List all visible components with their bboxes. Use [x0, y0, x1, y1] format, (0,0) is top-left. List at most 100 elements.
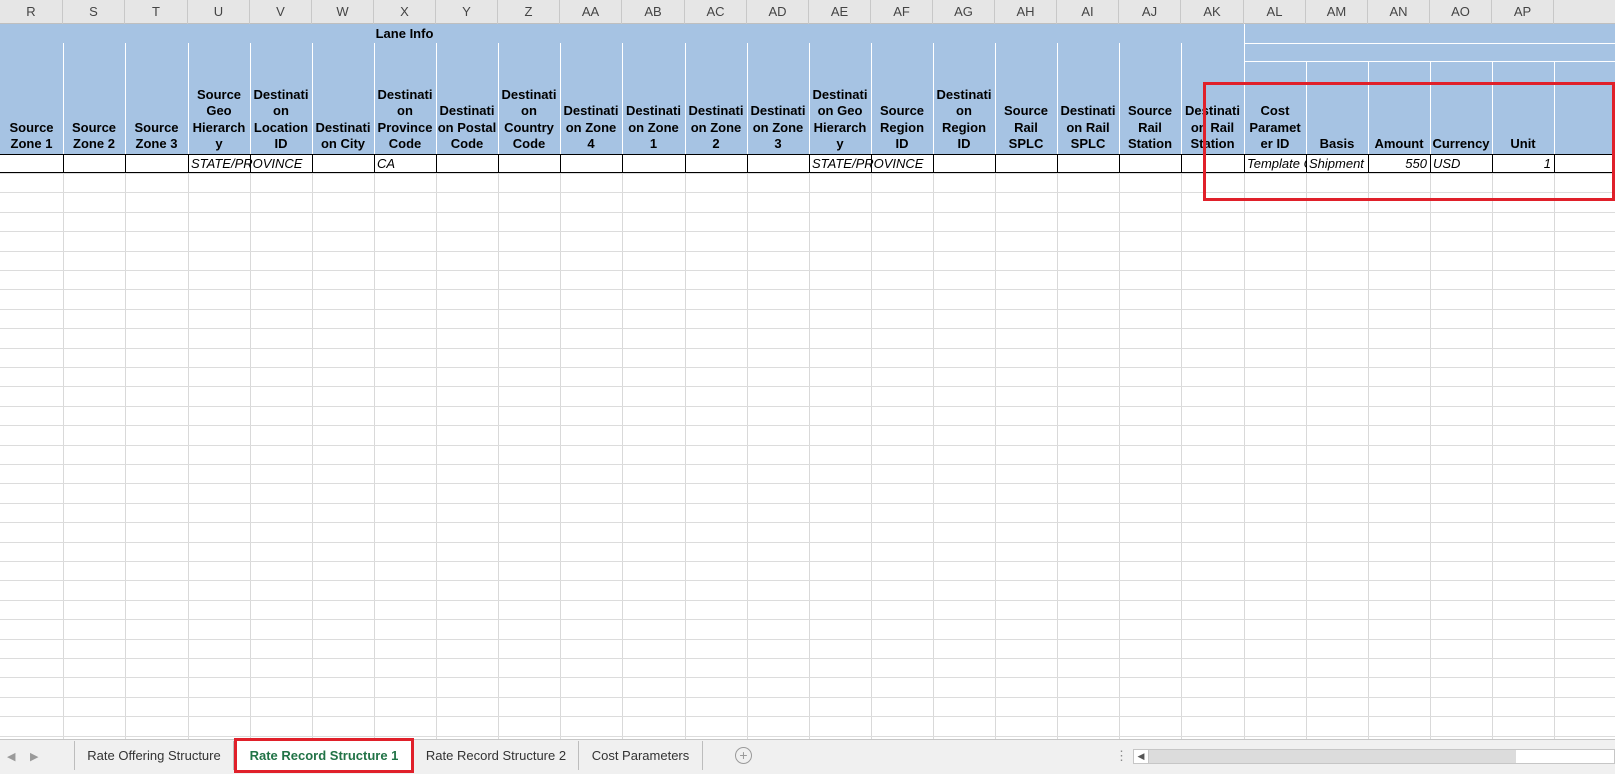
sheet-tab-bar: ◀ ▶ Rate Offering Structure Rate Record … [0, 738, 1615, 774]
cell-source-geo-hierarchy[interactable]: STATE/PROVINCE [188, 155, 312, 172]
column-header-ad[interactable]: AD [747, 0, 809, 24]
gridline [0, 600, 1615, 601]
cell-divider [1119, 155, 1120, 172]
worksheet-grid[interactable]: Lane Info Source Zone 1 Source Zone 2 Sour… [0, 24, 1615, 739]
gridline [0, 425, 1615, 426]
column-header-ao[interactable]: AO [1430, 0, 1492, 24]
column-header-y[interactable]: Y [436, 0, 498, 24]
column-header-ag[interactable]: AG [933, 0, 995, 24]
column-header-ab[interactable]: AB [622, 0, 685, 24]
column-header-ak[interactable]: AK [1181, 0, 1244, 24]
cell-divider [498, 155, 499, 172]
tab-rate-record-structure-2[interactable]: Rate Record Structure 2 [414, 741, 579, 770]
header-destination-zone-4[interactable]: Destinati on Zone 4 [560, 43, 622, 154]
column-header-v[interactable]: V [250, 0, 312, 24]
gridline [0, 619, 1615, 620]
column-header-u[interactable]: U [188, 0, 250, 24]
gridline [0, 328, 1615, 329]
cell-divider [312, 155, 313, 172]
gridline [0, 367, 1615, 368]
gridline [0, 464, 1615, 465]
scrollbar-thumb[interactable] [1149, 750, 1516, 763]
header-destination-rail-splc[interactable]: Destinati on Rail SPLC [1057, 43, 1119, 154]
header-destination-region-id[interactable]: Destinati on Region ID [933, 43, 995, 154]
header-source-rail-splc[interactable]: Source Rail SPLC [995, 43, 1057, 154]
header-destination-country-code[interactable]: Destinati on Country Code [498, 43, 560, 154]
tab-cost-parameters[interactable]: Cost Parameters [579, 741, 703, 770]
header-destination-zone-2[interactable]: Destinati on Zone 2 [685, 43, 747, 154]
column-header-aa[interactable]: AA [560, 0, 622, 24]
cell-divider [1181, 155, 1182, 172]
gridline [0, 445, 1615, 446]
gridline [0, 639, 1615, 640]
tab-rate-record-structure-1[interactable]: Rate Record Structure 1 [234, 738, 414, 773]
lane-info-group-header[interactable]: Lane Info [0, 24, 809, 43]
cell-divider [622, 155, 623, 172]
cell-destination-province-code[interactable]: CA [374, 155, 436, 172]
gridline [0, 309, 1615, 310]
header-destination-zone-1[interactable]: Destinati on Zone 1 [622, 43, 685, 154]
cell-divider [436, 155, 437, 172]
gridline [0, 231, 1615, 232]
triangle-left-icon[interactable]: ◀ [1134, 750, 1149, 763]
gridline [0, 503, 1615, 504]
column-header-x[interactable]: X [374, 0, 436, 24]
column-header-t[interactable]: T [125, 0, 188, 24]
cell-divider [995, 155, 996, 172]
column-header-strip: R S T U V W X Y Z AA AB AC AD AE AF AG A… [0, 0, 1615, 24]
gridline [0, 736, 1615, 737]
chevron-left-icon[interactable]: ◀ [7, 750, 15, 763]
column-header-ah[interactable]: AH [995, 0, 1057, 24]
header-source-zone-2[interactable]: Source Zone 2 [63, 43, 125, 154]
gridline [0, 386, 1615, 387]
gridline [0, 697, 1615, 698]
column-header-an[interactable]: AN [1368, 0, 1430, 24]
header-destination-location-id[interactable]: Destinati on Location ID [250, 43, 312, 154]
header-destination-geo-hierarchy[interactable]: Destinati on Geo Hierarch y [809, 43, 871, 154]
column-header-aj[interactable]: AJ [1119, 0, 1181, 24]
column-header-al[interactable]: AL [1244, 0, 1306, 24]
gridline [0, 542, 1615, 543]
gridline [0, 212, 1615, 213]
gridline [0, 483, 1615, 484]
column-header-ac[interactable]: AC [685, 0, 747, 24]
cell-divider [747, 155, 748, 172]
gridline [0, 348, 1615, 349]
header-source-zone-1[interactable]: Source Zone 1 [0, 43, 63, 154]
cell-divider [933, 155, 934, 172]
column-header-am[interactable]: AM [1306, 0, 1368, 24]
header-destination-zone-3[interactable]: Destinati on Zone 3 [747, 43, 809, 154]
gridline [0, 677, 1615, 678]
column-header-ae[interactable]: AE [809, 0, 871, 24]
tab-rate-offering-structure[interactable]: Rate Offering Structure [74, 741, 234, 770]
cell-divider [685, 155, 686, 172]
plus-circle-icon[interactable]: + [735, 747, 752, 764]
header-destination-postal-code[interactable]: Destinati on Postal Code [436, 43, 498, 154]
chevron-right-icon[interactable]: ▶ [30, 750, 38, 763]
cell-divider [1057, 155, 1058, 172]
header-source-zone-3[interactable]: Source Zone 3 [125, 43, 188, 154]
vertical-dots-icon[interactable]: ⋮ [1115, 748, 1128, 764]
column-header-ai[interactable]: AI [1057, 0, 1119, 24]
header-source-rail-station[interactable]: Source Rail Station [1119, 43, 1181, 154]
gridline [0, 522, 1615, 523]
cell-divider [63, 155, 64, 172]
column-header-w[interactable]: W [312, 0, 374, 24]
column-header-z[interactable]: Z [498, 0, 560, 24]
gridline [0, 580, 1615, 581]
column-header-ap[interactable]: AP [1492, 0, 1554, 24]
horizontal-scrollbar[interactable]: ◀ [1133, 749, 1615, 764]
header-source-geo-hierarchy[interactable]: Source Geo Hierarch y [188, 43, 250, 154]
gridline [0, 406, 1615, 407]
cell-divider [125, 155, 126, 172]
header-destination-city[interactable]: Destinati on City [312, 43, 374, 154]
column-header-af[interactable]: AF [871, 0, 933, 24]
column-header-s[interactable]: S [63, 0, 125, 24]
header-destination-province-code[interactable]: Destinati on Province Code [374, 43, 436, 154]
cell-divider [560, 155, 561, 172]
gridline [0, 270, 1615, 271]
cell-destination-geo-hierarchy[interactable]: STATE/PROVINCE [809, 155, 933, 172]
header-source-region-id[interactable]: Source Region ID [871, 43, 933, 154]
column-header-aq[interactable] [1554, 0, 1615, 24]
column-header-r[interactable]: R [0, 0, 63, 24]
